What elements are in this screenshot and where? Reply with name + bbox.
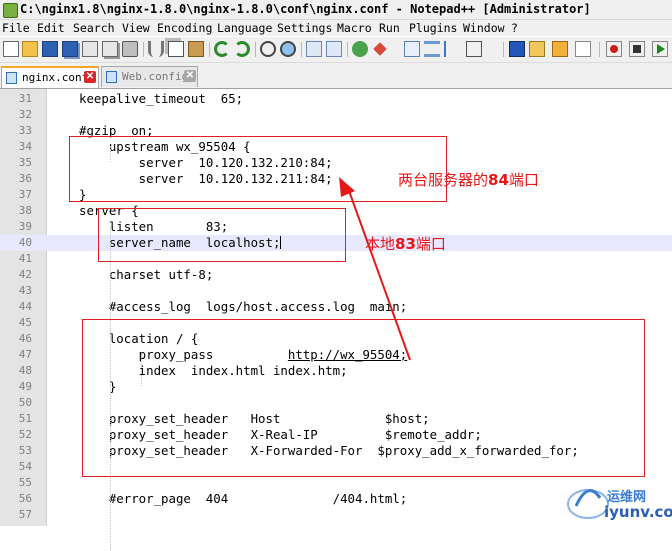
tab-web-config[interactable]: Web.config ✕ xyxy=(101,66,198,87)
save-icon[interactable] xyxy=(42,41,58,57)
window-title: C:\nginx1.8\nginx-1.8.0\nginx-1.8.0\conf… xyxy=(20,2,591,16)
local-port-note: 本地83端口 xyxy=(365,235,446,253)
toolbar-separator xyxy=(143,42,144,57)
editor-area[interactable]: 31 keepalive_timeout 65; 32 33 #gzip on; 34 u… xyxy=(0,89,672,551)
show-all-chars-icon[interactable] xyxy=(424,41,440,57)
doc-map-icon[interactable] xyxy=(466,41,482,57)
tab-label: nginx.conf xyxy=(22,71,89,84)
close-icon[interactable] xyxy=(82,41,98,57)
print-icon[interactable] xyxy=(122,41,138,57)
folder-workspace-icon[interactable] xyxy=(529,41,545,57)
word-wrap-icon[interactable] xyxy=(404,41,420,57)
paste-icon[interactable] xyxy=(188,41,204,57)
redo-icon[interactable] xyxy=(234,41,250,57)
notepadpp-app-icon xyxy=(3,3,18,18)
menu-search[interactable]: Search xyxy=(73,21,115,35)
tab-close-icon[interactable]: ✕ xyxy=(84,71,96,83)
function-list-icon[interactable] xyxy=(509,41,525,57)
tab-nginx-conf[interactable]: nginx.conf ✕ xyxy=(1,66,99,88)
tab-label: Web.config xyxy=(122,70,189,83)
sync-horizontal-icon[interactable] xyxy=(373,42,387,56)
monitoring-icon[interactable] xyxy=(552,41,568,57)
find-icon[interactable] xyxy=(260,41,276,57)
tab-strip: nginx.conf ✕ Web.config ✕ xyxy=(0,63,672,89)
menu-encoding[interactable]: Encoding xyxy=(157,21,212,35)
open-file-icon[interactable] xyxy=(22,41,38,57)
close-all-icon[interactable] xyxy=(102,41,118,57)
zoom-out-icon[interactable] xyxy=(326,41,342,57)
zoom-in-icon[interactable] xyxy=(306,41,322,57)
indent-guide-icon[interactable] xyxy=(444,41,460,57)
menu-file[interactable]: File xyxy=(2,21,30,35)
save-all-icon[interactable] xyxy=(62,41,78,57)
menu-plugins[interactable]: Plugins xyxy=(409,21,457,35)
toolbar-separator xyxy=(209,42,210,57)
toolbar xyxy=(0,37,672,63)
toolbar-separator xyxy=(599,42,600,57)
new-file-icon[interactable] xyxy=(3,41,19,57)
toolbar-separator xyxy=(301,42,302,57)
upstream-port-note: 两台服务器的84端口 xyxy=(398,171,539,189)
menu-view[interactable]: View xyxy=(122,21,150,35)
document-icon xyxy=(6,72,17,84)
menu-run[interactable]: Run xyxy=(379,21,400,35)
menu-macro[interactable]: Macro xyxy=(337,21,372,35)
document-icon xyxy=(106,71,117,83)
watermark: 运维网 iyunv.com xyxy=(560,476,672,526)
toolbar-separator xyxy=(255,42,256,57)
menu-edit[interactable]: Edit xyxy=(37,21,65,35)
record-macro-icon[interactable] xyxy=(575,41,591,57)
replace-icon[interactable] xyxy=(280,41,296,57)
stop-record-icon[interactable] xyxy=(629,41,645,57)
toolbar-separator xyxy=(347,42,348,57)
play-macro-icon[interactable] xyxy=(652,41,668,57)
copy-icon[interactable] xyxy=(168,41,184,57)
cut-icon[interactable] xyxy=(148,41,164,57)
annotation-arrow xyxy=(339,177,411,361)
menu-settings[interactable]: Settings xyxy=(277,21,332,35)
menu-bar: File Edit Search View Encoding Language … xyxy=(0,20,672,36)
sync-vertical-icon[interactable] xyxy=(352,41,368,57)
menu-window[interactable]: Window xyxy=(463,21,505,35)
menu-help[interactable]: ? xyxy=(511,21,518,35)
undo-icon[interactable] xyxy=(214,41,230,57)
tab-close-icon[interactable]: ✕ xyxy=(184,70,196,82)
watermark-domain: iyunv.com xyxy=(604,503,672,521)
menu-language[interactable]: Language xyxy=(217,21,272,35)
macro-record-icon[interactable] xyxy=(606,41,622,57)
title-bar: C:\nginx1.8\nginx-1.8.0\nginx-1.8.0\conf… xyxy=(0,0,672,20)
toolbar-separator xyxy=(503,42,504,57)
